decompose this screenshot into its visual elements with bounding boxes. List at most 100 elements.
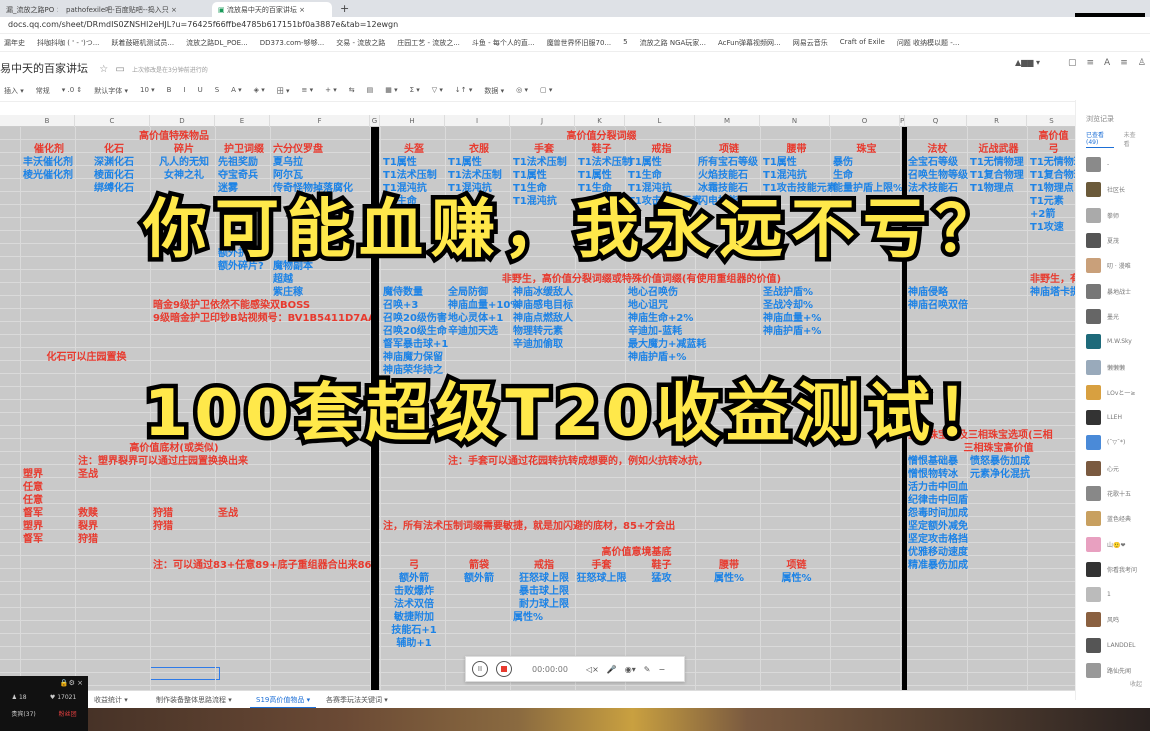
- bookmark-item[interactable]: 斗鱼 - 每个人的直...: [472, 38, 535, 47]
- toolbar-button[interactable]: 默认字体 ▾: [94, 86, 128, 95]
- collapse-button[interactable]: 收起: [1130, 679, 1142, 688]
- cell[interactable]: 化石: [78, 143, 150, 156]
- cell[interactable]: 属性%: [763, 572, 830, 585]
- cell[interactable]: 魔侍数量: [383, 286, 445, 299]
- cell[interactable]: 催化剂: [23, 143, 75, 156]
- toolbar-button[interactable]: ▽ ▾: [432, 86, 443, 95]
- cell[interactable]: 法杖: [908, 143, 967, 156]
- cell[interactable]: 注，所有法术压制词缀需要敏捷，就是加闪避的底材，85+才会出: [383, 520, 675, 533]
- cell[interactable]: 辅助+1: [383, 637, 445, 650]
- bookmark-item[interactable]: 魔兽世界怀旧服70...: [547, 38, 612, 47]
- cell[interactable]: 腰带: [698, 559, 760, 572]
- cell[interactable]: 坚定额外减免: [908, 520, 968, 533]
- column-header[interactable]: I: [445, 115, 510, 127]
- cell[interactable]: 技能石+1: [383, 624, 445, 637]
- cell[interactable]: 召唤20级生命: [383, 325, 447, 338]
- chevron-down-icon[interactable]: ▾: [382, 696, 388, 704]
- cell[interactable]: 注：手套可以通过花园转抗转成想要的，例如火抗转冰抗，: [448, 455, 708, 468]
- column-header[interactable]: D: [150, 115, 215, 127]
- vip-link[interactable]: 贵宾(37): [11, 709, 35, 718]
- toolbar-button[interactable]: I: [183, 86, 185, 95]
- cell[interactable]: 督军: [23, 533, 75, 546]
- cell[interactable]: 救赎: [78, 507, 150, 520]
- cell[interactable]: 鞋子: [628, 559, 695, 572]
- cell[interactable]: 非野生，高价值分裂词缀或特殊价值词缀(有使用重组器的价值): [383, 273, 900, 286]
- list-item[interactable]: 1: [1076, 582, 1150, 607]
- cell[interactable]: 神庙血量+%: [763, 312, 830, 325]
- cell[interactable]: 额外箭: [448, 572, 510, 585]
- cell[interactable]: 戒指: [628, 143, 695, 156]
- toolbar-button[interactable]: 田 ▾: [277, 86, 290, 95]
- toolbar-button[interactable]: A ▾: [231, 86, 242, 95]
- cell[interactable]: 物理转元素: [513, 325, 575, 338]
- list-item[interactable]: 蓝色经典: [1076, 506, 1150, 531]
- cell[interactable]: 近战武器: [970, 143, 1027, 156]
- cell[interactable]: 地心召唤伤: [628, 286, 695, 299]
- chevron-down-icon[interactable]: ▾: [304, 696, 311, 704]
- cell[interactable]: 全局防御: [448, 286, 510, 299]
- stop-button[interactable]: [496, 661, 512, 677]
- cell[interactable]: 深渊化石: [78, 156, 150, 169]
- url-text[interactable]: docs.qq.com/sheet/DRmdIS0ZNSHl2eHJL?u=76…: [8, 20, 398, 29]
- cell[interactable]: 凡人的无知: [153, 156, 215, 169]
- list-item[interactable]: LANDDEL: [1076, 633, 1150, 658]
- bookmark-item[interactable]: 抖咖抖咖 ( ' - ')つ...: [37, 38, 99, 47]
- list-item[interactable]: 心元: [1076, 456, 1150, 481]
- column-header[interactable]: R: [967, 115, 1027, 127]
- bookmark-item[interactable]: 流放之路 NGA玩家...: [640, 38, 706, 47]
- toolbar-button[interactable]: + ▾: [325, 86, 337, 95]
- pen-icon[interactable]: ✎: [644, 665, 651, 674]
- cell[interactable]: 圣战冷却%: [763, 299, 830, 312]
- list-item[interactable]: 山🙂❤: [1076, 531, 1150, 556]
- list-item[interactable]: 墨光: [1076, 304, 1150, 329]
- column-header[interactable]: O: [830, 115, 900, 127]
- browser-tab[interactable]: 漏_流放之路PO ×: [0, 2, 58, 17]
- toolbar-button[interactable]: ⇆: [349, 86, 355, 95]
- cell[interactable]: 丰沃催化剂: [23, 156, 75, 169]
- header-actions[interactable]: ▢≡A≡♙: [1068, 58, 1150, 68]
- cell[interactable]: 鞋子: [578, 143, 625, 156]
- column-header[interactable]: J: [510, 115, 575, 127]
- cell[interactable]: 召唤+3: [383, 299, 445, 312]
- cell[interactable]: 击败爆炸: [383, 585, 445, 598]
- cell[interactable]: 弓: [1030, 143, 1075, 156]
- cell[interactable]: 属性%: [513, 611, 575, 624]
- cell[interactable]: 督军暴击球+1: [383, 338, 448, 351]
- cell[interactable]: 任意: [23, 481, 75, 494]
- bookmark-item[interactable]: 5: [623, 38, 627, 47]
- folder-icon[interactable]: ▭: [115, 64, 124, 75]
- column-header[interactable]: E: [215, 115, 270, 127]
- cell[interactable]: 超越: [273, 273, 370, 286]
- microphone-icon[interactable]: 🎤: [607, 665, 617, 674]
- cell[interactable]: 珠宝: [833, 143, 900, 156]
- cell[interactable]: 辛迪加天选: [448, 325, 510, 338]
- column-header[interactable]: K: [575, 115, 625, 127]
- cell[interactable]: 夏乌拉: [273, 156, 370, 169]
- cell[interactable]: 护卫词缀: [218, 143, 270, 156]
- cell[interactable]: 全宝石等级: [908, 156, 967, 169]
- chevron-down-icon[interactable]: ▾: [122, 696, 128, 704]
- list-item[interactable]: 拳师: [1076, 203, 1150, 228]
- cell[interactable]: 裂界: [78, 520, 150, 533]
- sheet-tab[interactable]: 各赛季玩法关键词 ▾: [320, 691, 394, 709]
- cell[interactable]: 圣战: [78, 468, 150, 481]
- cell[interactable]: 憎恨物转冰: [908, 468, 967, 481]
- toolbar-button[interactable]: ◈ ▾: [254, 86, 265, 95]
- cell[interactable]: 耐力球上限: [513, 598, 575, 611]
- cell[interactable]: 额外箭: [383, 572, 445, 585]
- cell[interactable]: 神庙塔卡提: [1030, 286, 1075, 299]
- new-tab-button[interactable]: +: [334, 2, 355, 17]
- cell[interactable]: 狩猎: [153, 520, 215, 533]
- toolbar-button[interactable]: ▢ ▾: [540, 86, 552, 95]
- list-item[interactable]: 你看我考问: [1076, 557, 1150, 582]
- cell[interactable]: T1无情物理: [970, 156, 1027, 169]
- sheet-tab[interactable]: S19高价值物品 ▾: [250, 691, 317, 709]
- cell[interactable]: 怨毒时间加成: [908, 507, 968, 520]
- cell[interactable]: T1法术压制: [513, 156, 575, 169]
- toolbar-button[interactable]: ◎ ▾: [516, 86, 528, 95]
- bookmark-item[interactable]: 漏年史: [4, 38, 25, 47]
- list-item[interactable]: M.W.Sky: [1076, 329, 1150, 354]
- toolbar-button[interactable]: ▦ ▾: [385, 86, 397, 95]
- list-item[interactable]: 懒懒懒: [1076, 354, 1150, 379]
- toolbar-button[interactable]: 10 ▾: [140, 86, 155, 95]
